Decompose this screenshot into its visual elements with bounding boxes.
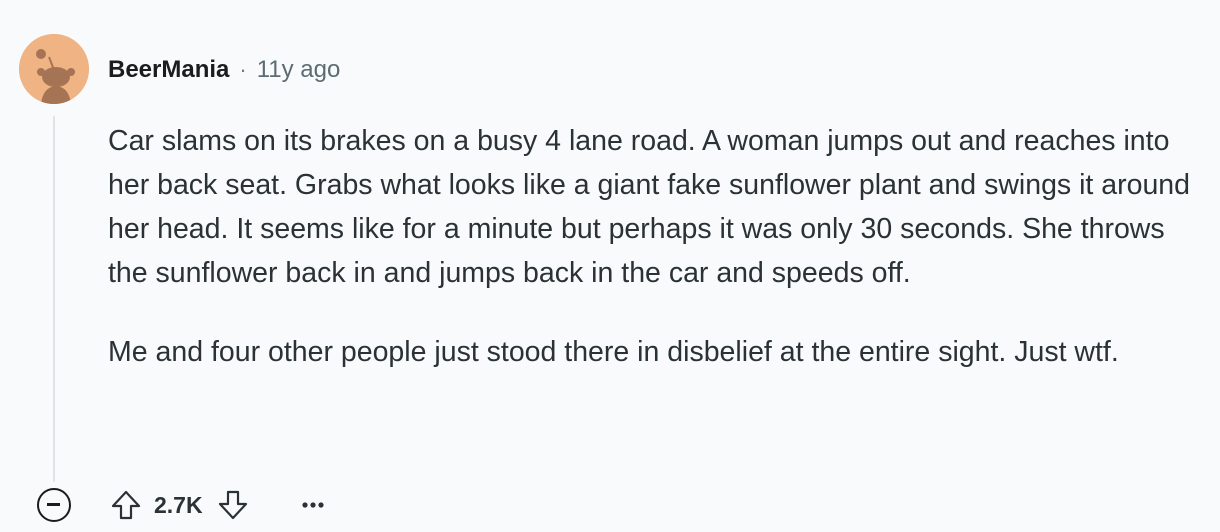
comment-header: BeerMania · 11y ago [108,54,340,86]
downvote-button[interactable] [213,485,253,525]
upvote-button[interactable] [106,485,146,525]
vote-score: 2.7K [154,491,203,518]
comment-actions: 2.7K [106,482,333,528]
comment-paragraph: Car slams on its brakes on a busy 4 lane… [108,125,1191,289]
meta-separator: · [239,57,247,82]
downvote-arrow-icon [218,490,247,520]
comment: BeerMania · 11y ago Car slams on its bra… [0,0,1220,532]
thread-line[interactable] [53,116,55,482]
author-name[interactable]: BeerMania [108,56,229,84]
avatar[interactable] [19,34,89,104]
snoo-avatar-icon [19,34,89,104]
comment-body: Car slams on its brakes on a busy 4 lane… [108,119,1198,374]
more-options-button[interactable] [293,485,333,525]
timestamp[interactable]: 11y ago [257,56,341,84]
comment-paragraph: Me and four other people just stood ther… [108,336,1119,368]
collapse-minus-icon[interactable] [37,488,71,522]
upvote-arrow-icon [111,490,141,520]
more-options-icon [301,502,324,508]
